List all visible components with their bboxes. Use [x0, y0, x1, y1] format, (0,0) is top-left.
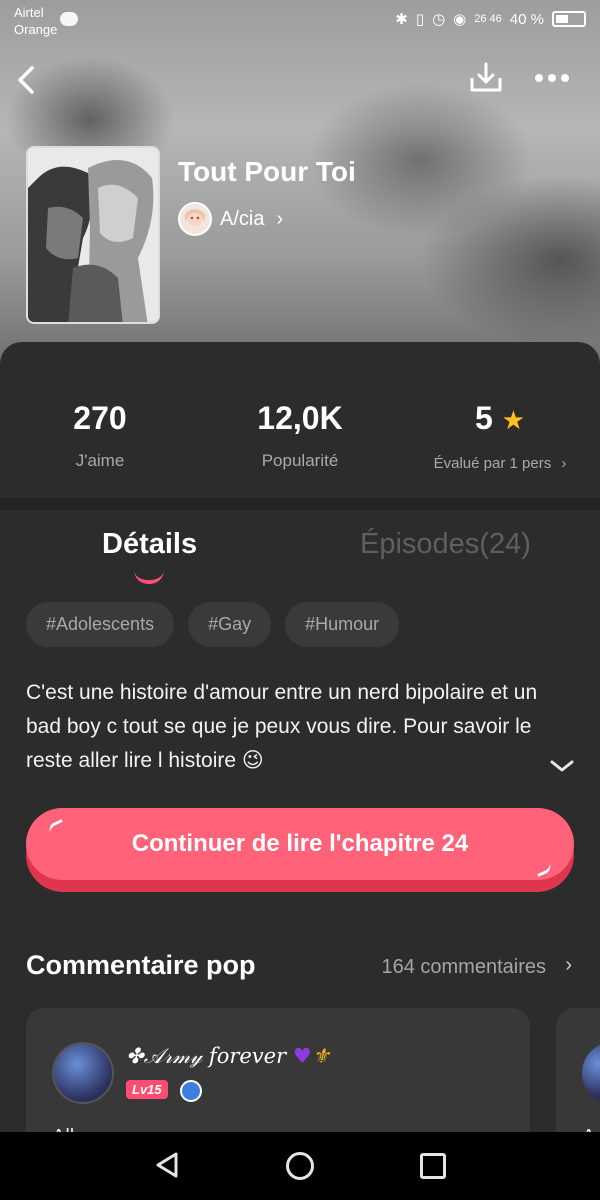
rating-value-row: 5 ★	[410, 400, 590, 437]
carrier-line-1: Airtel	[14, 5, 44, 20]
system-nav-bar	[0, 1132, 600, 1200]
download-icon[interactable]	[468, 60, 504, 96]
more-dots-icon[interactable]	[532, 68, 572, 88]
story-title: Tout Pour Toi	[178, 156, 356, 187]
story-cover-image[interactable]	[26, 146, 160, 324]
signal-icon: 26 46	[474, 13, 502, 25]
alarm-icon: ◷	[432, 11, 446, 28]
battery-percent: 40 %	[509, 10, 544, 28]
popularity-label: Popularité	[261, 451, 339, 470]
heart-icon: ♥	[292, 1044, 312, 1068]
story-description: C'est une histoire d'amour entre un nerd…	[26, 681, 538, 772]
message-icon	[60, 12, 78, 26]
commenter-avatar	[582, 1042, 600, 1104]
likes-value: 270	[73, 400, 127, 436]
rating-label-row: Évalué par 1 pers ›	[410, 455, 590, 472]
section-divider	[0, 498, 600, 510]
nav-back-icon[interactable]	[152, 1150, 182, 1180]
commenter-name-text: ✤𝒜𝓇𝓂𝓎 forever	[126, 1044, 287, 1068]
star-icon: ★	[501, 405, 525, 435]
cover-illustration	[28, 148, 158, 322]
tag-list: #Adolescents #Gay #Humour	[26, 602, 400, 647]
tag-chip[interactable]: #Adolescents	[26, 602, 175, 647]
chevron-right-icon: ›	[276, 207, 284, 230]
author-name: A/cia	[220, 207, 265, 230]
nav-recent-apps-icon[interactable]	[420, 1153, 446, 1179]
comments-title: Commentaire pop	[26, 950, 256, 980]
active-tab-indicator	[134, 570, 164, 584]
stat-rating[interactable]: 5 ★ Évalué par 1 pers ›	[410, 400, 590, 472]
level-badge: Lv15	[126, 1080, 168, 1099]
comments-header: Commentaire pop 164 commentaires ›	[26, 950, 574, 990]
popularity-value: 12,0K	[257, 400, 343, 436]
comments-count-link[interactable]: 164 commentaires	[381, 956, 546, 979]
author-link[interactable]: A/cia ›	[178, 202, 283, 236]
likes-label: J'aime	[75, 451, 125, 470]
fleur-de-lis-icon: ⚜	[311, 1044, 331, 1068]
rating-value: 5	[475, 400, 493, 436]
bluetooth-icon: ✱	[395, 11, 408, 28]
battery-icon	[552, 11, 586, 27]
carrier-info: Airtel Orange	[14, 4, 57, 38]
vibrate-icon: ▯	[415, 11, 425, 28]
verified-badge-icon	[180, 1080, 202, 1102]
carrier-line-2: Orange	[14, 22, 58, 37]
chevron-right-icon: ›	[561, 455, 567, 472]
tab-episodes[interactable]: Épisodes(24)	[360, 528, 531, 561]
chevron-down-icon[interactable]	[548, 756, 576, 776]
commenter-name[interactable]: ✤𝒜𝓇𝓂𝓎 forever ♥⚜	[126, 1044, 330, 1069]
header-background: Airtel Orange ✱ ▯ ◷ ◉ 26 46 40 % Tout Po…	[0, 0, 600, 370]
eye-icon: ◉	[453, 11, 467, 28]
stat-likes: 270 J'aime	[40, 400, 160, 471]
tab-bar: Détails Épisodes(24)	[0, 522, 600, 584]
details-panel: 270 J'aime 12,0K Popularité 5 ★ Évalué p…	[0, 342, 600, 1200]
rating-label: Évalué par 1 pers	[433, 455, 552, 472]
commenter-avatar[interactable]	[52, 1042, 114, 1104]
tab-details[interactable]: Détails	[102, 528, 197, 561]
continue-reading-label: Continuer de lire l'chapitre 24	[131, 830, 469, 857]
nav-home-icon[interactable]	[286, 1152, 314, 1180]
chevron-right-icon[interactable]: ›	[565, 954, 572, 977]
button-face: Continuer de lire l'chapitre 24	[26, 808, 574, 880]
continue-reading-button[interactable]: Continuer de lire l'chapitre 24	[26, 808, 574, 892]
status-bar: Airtel Orange ✱ ▯ ◷ ◉ 26 46 40 %	[0, 0, 600, 44]
tag-chip[interactable]: #Gay	[188, 602, 272, 647]
status-icons: ✱ ▯ ◷ ◉ 26 46 40 %	[395, 10, 586, 28]
author-avatar	[178, 202, 212, 236]
back-arrow-icon[interactable]	[12, 62, 42, 98]
tag-chip[interactable]: #Humour	[285, 602, 400, 647]
stat-popularity: 12,0K Popularité	[230, 400, 370, 471]
stats-row: 270 J'aime 12,0K Popularité 5 ★ Évalué p…	[0, 342, 600, 498]
